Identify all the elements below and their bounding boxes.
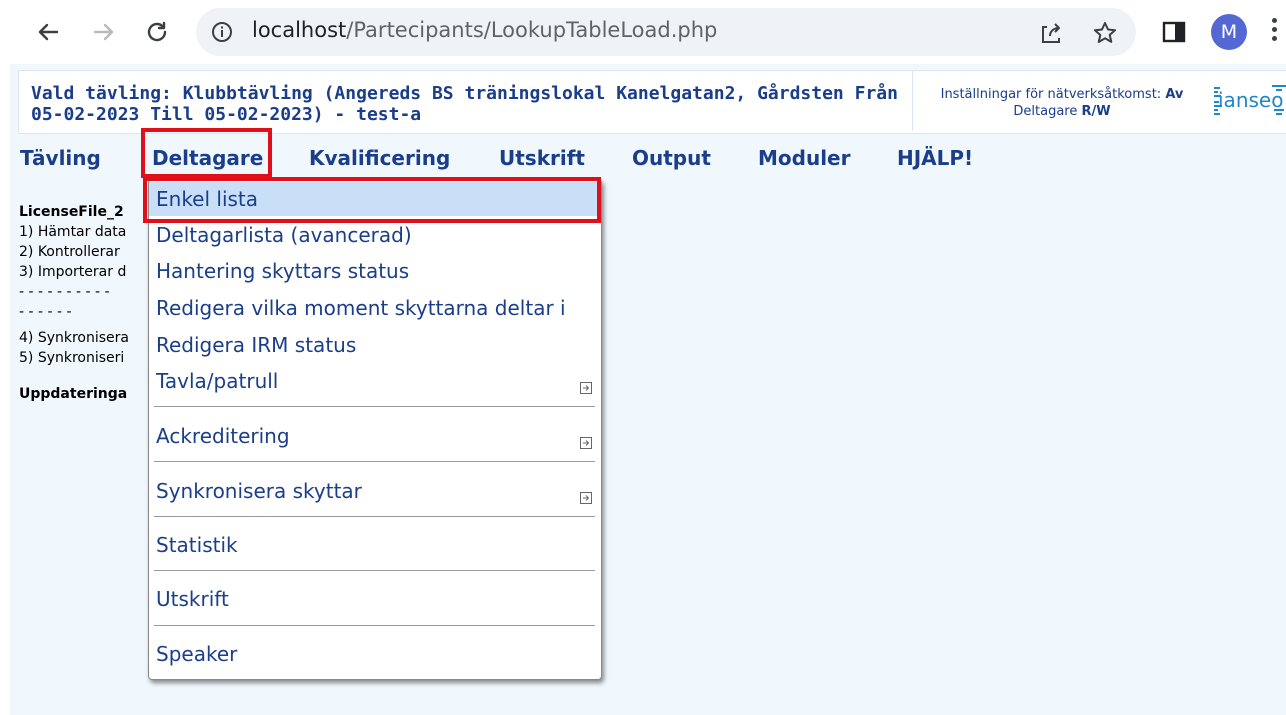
dropdown-item-speaker[interactable]: Speaker xyxy=(149,637,601,671)
dropdown-item-label: Synkronisera skyttar xyxy=(156,479,362,503)
ianseo-logo: ianseo xyxy=(1212,79,1286,123)
dropdown-separator xyxy=(154,516,595,517)
dropdown-item-utskrift[interactable]: Utskrift xyxy=(149,582,601,616)
submenu-arrow-icon xyxy=(580,485,592,504)
updates-title: Uppdateringa xyxy=(19,386,128,402)
log-line: 4) Synkronisera xyxy=(19,330,129,346)
log-line: 2) Kontrollerar xyxy=(19,244,120,260)
dropdown-item-label: Ackreditering xyxy=(156,424,290,448)
highlight-box-menu xyxy=(141,128,272,178)
profile-avatar[interactable]: M xyxy=(1211,14,1247,50)
log-line: 3) Importerar d xyxy=(19,264,127,280)
dropdown-item-label: Deltagarlista (avancerad) xyxy=(156,223,412,247)
info-icon[interactable] xyxy=(210,20,234,44)
deltagare-dropdown: Enkel lista Deltagarlista (avancerad) Ha… xyxy=(148,179,602,680)
address-bar[interactable]: localhost/Partecipants/LookupTableLoad.p… xyxy=(196,8,1136,56)
license-file-title: LicenseFile_2 xyxy=(19,204,124,220)
dropdown-item-label: Hantering skyttars status xyxy=(156,259,410,283)
browser-toolbar: localhost/Partecipants/LookupTableLoad.p… xyxy=(0,0,1286,64)
menu-hjalp[interactable]: HJÄLP! xyxy=(897,146,973,170)
network-access-label: Inställningar för nätverksåtkomst: xyxy=(940,87,1162,102)
highlight-box-item xyxy=(143,177,601,223)
import-log: LicenseFile_2 1) Hämtar data 2) Kontroll… xyxy=(19,202,129,404)
submenu-arrow-icon xyxy=(580,375,592,394)
dropdown-item-ackreditering[interactable]: Ackreditering xyxy=(149,419,601,453)
dropdown-separator xyxy=(154,625,595,626)
star-icon[interactable] xyxy=(1092,20,1118,46)
more-vert-icon[interactable] xyxy=(1272,18,1280,46)
log-line: 5) Synkroniseri xyxy=(19,350,125,366)
participants-access-value[interactable]: R/W xyxy=(1082,104,1111,119)
menu-tavling[interactable]: Tävling xyxy=(20,146,101,170)
participants-access-label: Deltagare xyxy=(1013,104,1078,119)
menu-moduler[interactable]: Moduler xyxy=(758,146,850,170)
competition-header: Vald tävling: Klubbtävling (Angereds BS … xyxy=(18,70,1286,134)
dropdown-item-label: Tavla/patrull xyxy=(156,369,279,393)
share-icon[interactable] xyxy=(1038,20,1064,46)
dropdown-separator xyxy=(154,406,595,407)
competition-line-2: 05-02-2023 Till 05-02-2023) - test-a xyxy=(31,104,422,125)
menu-output[interactable]: Output xyxy=(632,146,711,170)
submenu-arrow-icon xyxy=(580,430,592,449)
log-line: 1) Hämtar data xyxy=(19,224,127,240)
dropdown-separator xyxy=(154,570,595,571)
dropdown-item-synkronisera[interactable]: Synkronisera skyttar xyxy=(149,474,601,508)
network-access-value[interactable]: Av xyxy=(1165,87,1183,102)
url-text[interactable]: localhost/Partecipants/LookupTableLoad.p… xyxy=(252,18,717,42)
dropdown-item-label: Speaker xyxy=(156,642,238,666)
dropdown-item-deltagarlista[interactable]: Deltagarlista (avancerad) xyxy=(149,218,601,252)
dropdown-item-label: Redigera IRM status xyxy=(156,333,357,357)
competition-line-1: Vald tävling: Klubbtävling (Angereds BS … xyxy=(31,83,898,104)
dropdown-item-label: Utskrift xyxy=(156,587,229,611)
dropdown-item-statistik[interactable]: Statistik xyxy=(149,528,601,562)
dropdown-item-hantering-status[interactable]: Hantering skyttars status xyxy=(149,254,601,288)
dropdown-item-label: Redigera vilka moment skyttarna deltar i xyxy=(156,296,566,320)
log-line: - - - - - - xyxy=(19,304,72,320)
menu-utskrift[interactable]: Utskrift xyxy=(499,146,585,170)
selected-competition: Vald tävling: Klubbtävling (Angereds BS … xyxy=(31,83,911,125)
logo-text: ianseo xyxy=(1218,88,1283,112)
dropdown-item-redigera-irm[interactable]: Redigera IRM status xyxy=(149,328,601,362)
dropdown-item-tavla-patrull[interactable]: Tavla/patrull xyxy=(149,364,601,398)
menu-kvalificering[interactable]: Kvalificering xyxy=(309,146,450,170)
network-settings: Inställningar för nätverksåtkomst: Av De… xyxy=(912,71,1211,131)
back-arrow-icon[interactable] xyxy=(30,14,66,50)
dropdown-item-redigera-moment[interactable]: Redigera vilka moment skyttarna deltar i xyxy=(149,291,601,325)
forward-arrow-icon[interactable] xyxy=(86,14,122,50)
url-path: /Partecipants/LookupTableLoad.php xyxy=(346,18,718,42)
reload-icon[interactable] xyxy=(139,14,175,50)
log-line: - - - - - - - - - - xyxy=(19,284,110,300)
dropdown-separator xyxy=(154,461,595,462)
dropdown-item-label: Statistik xyxy=(156,533,238,557)
side-panel-icon[interactable] xyxy=(1156,14,1192,50)
url-host: localhost xyxy=(252,18,347,42)
